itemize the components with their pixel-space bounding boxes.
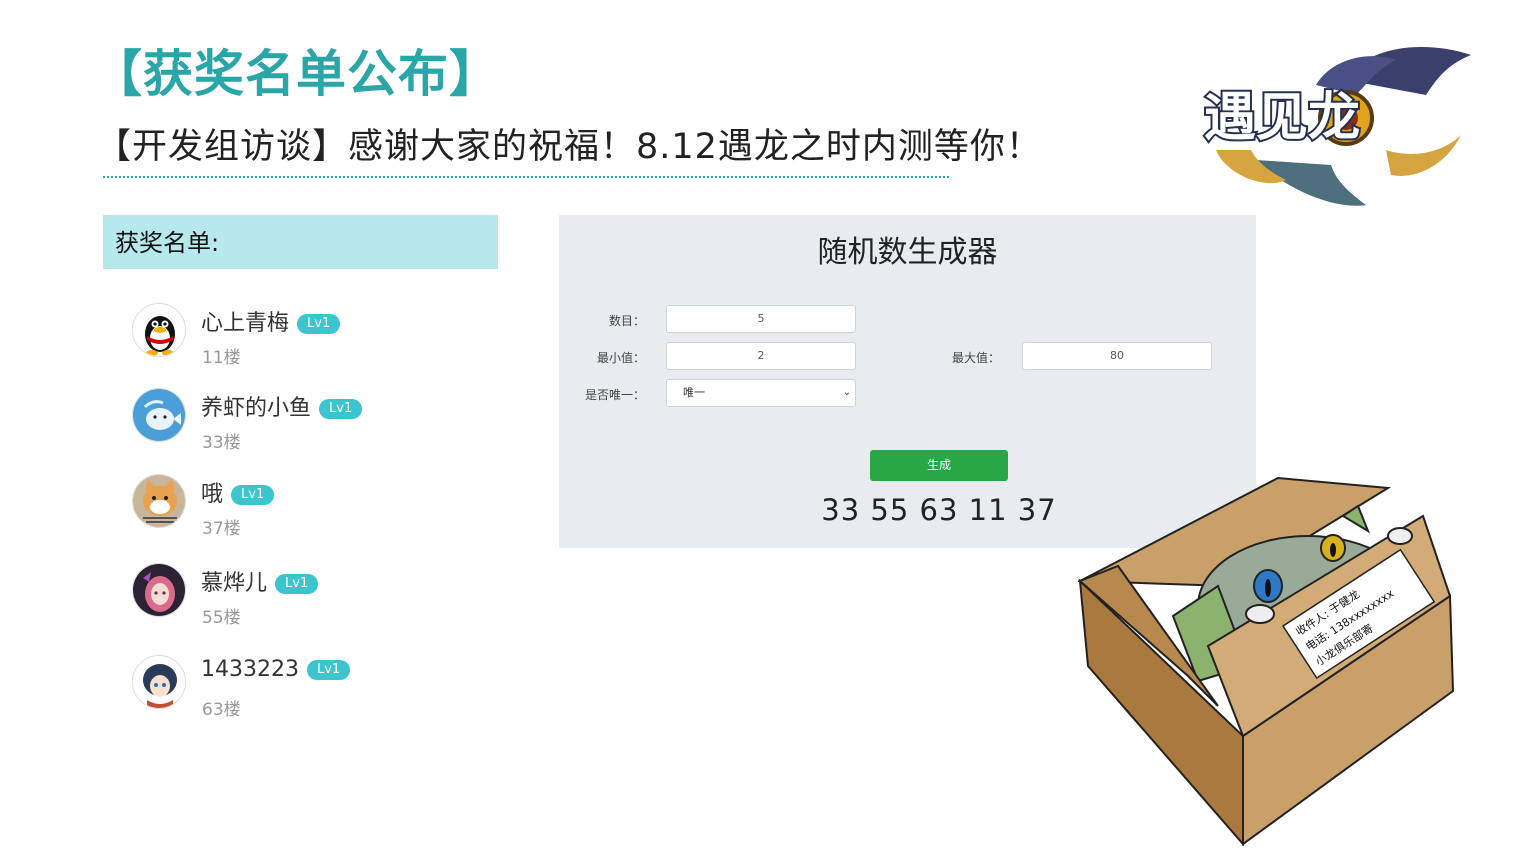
winner-item: 哦 Lv1 37楼 — [132, 474, 492, 546]
winner-name[interactable]: 心上青梅 — [201, 311, 289, 336]
winner-item: 1433223 Lv1 63楼 — [132, 655, 492, 727]
winner-floor: 33楼 — [202, 433, 241, 453]
winners-header: 获奖名单: — [103, 215, 498, 269]
unique-select[interactable]: 唯一 ⌄ — [666, 379, 856, 407]
winner-name[interactable]: 1433223 — [201, 657, 299, 682]
unique-select-value: 唯一 — [683, 386, 705, 399]
max-label: 最大值： — [951, 351, 1000, 365]
generate-button[interactable]: 生成 — [870, 450, 1008, 481]
cat-avatar[interactable] — [132, 474, 186, 528]
min-input[interactable]: 2 — [666, 342, 856, 370]
game-logo: 遇见龙 — [1202, 47, 1471, 206]
blue-fish-avatar[interactable] — [132, 388, 186, 442]
parcel-box-illustration: 收件人: 于健龙 电话: 138xxxxxxxx 小龙俱乐部寄 — [1078, 476, 1455, 846]
qq-penguin-avatar[interactable] — [132, 303, 186, 357]
winner-name[interactable]: 哦 — [201, 482, 223, 507]
max-input[interactable]: 80 — [1022, 342, 1212, 370]
generator-title: 随机数生成器 — [817, 235, 998, 270]
page-title: 【获奖名单公布】 — [92, 45, 500, 103]
count-label: 数目： — [608, 314, 645, 328]
level-badge: Lv1 — [231, 485, 275, 505]
winner-item: 养虾的小鱼 Lv1 33楼 — [132, 388, 492, 460]
winner-item: 心上青梅 Lv1 11楼 — [132, 303, 492, 375]
winner-floor: 11楼 — [202, 348, 241, 368]
chevron-down-icon: ⌄ — [842, 387, 851, 398]
title-divider — [103, 176, 949, 178]
level-badge: Lv1 — [297, 314, 341, 334]
level-badge: Lv1 — [306, 660, 351, 680]
logo-text: 遇见龙 — [1204, 88, 1360, 148]
count-input[interactable]: 5 — [666, 305, 856, 333]
unique-label: 是否唯一： — [584, 388, 645, 402]
anime-girl-avatar[interactable] — [132, 655, 186, 709]
winner-name[interactable]: 慕烨儿 — [201, 571, 267, 596]
winner-floor: 55楼 — [202, 608, 241, 628]
winner-name[interactable]: 养虾的小鱼 — [201, 396, 311, 421]
page-subtitle: 【开发组访谈】感谢大家的祝福！8.12遇龙之时内测等你！ — [96, 127, 1042, 167]
min-label: 最小值： — [596, 351, 645, 365]
anime-pink-girl-avatar[interactable] — [132, 563, 186, 617]
winner-floor: 63楼 — [202, 700, 241, 720]
level-badge: Lv1 — [319, 399, 363, 419]
winner-floor: 37楼 — [202, 519, 241, 539]
level-badge: Lv1 — [275, 574, 319, 594]
winner-item: 慕烨儿 Lv1 55楼 — [132, 563, 492, 635]
